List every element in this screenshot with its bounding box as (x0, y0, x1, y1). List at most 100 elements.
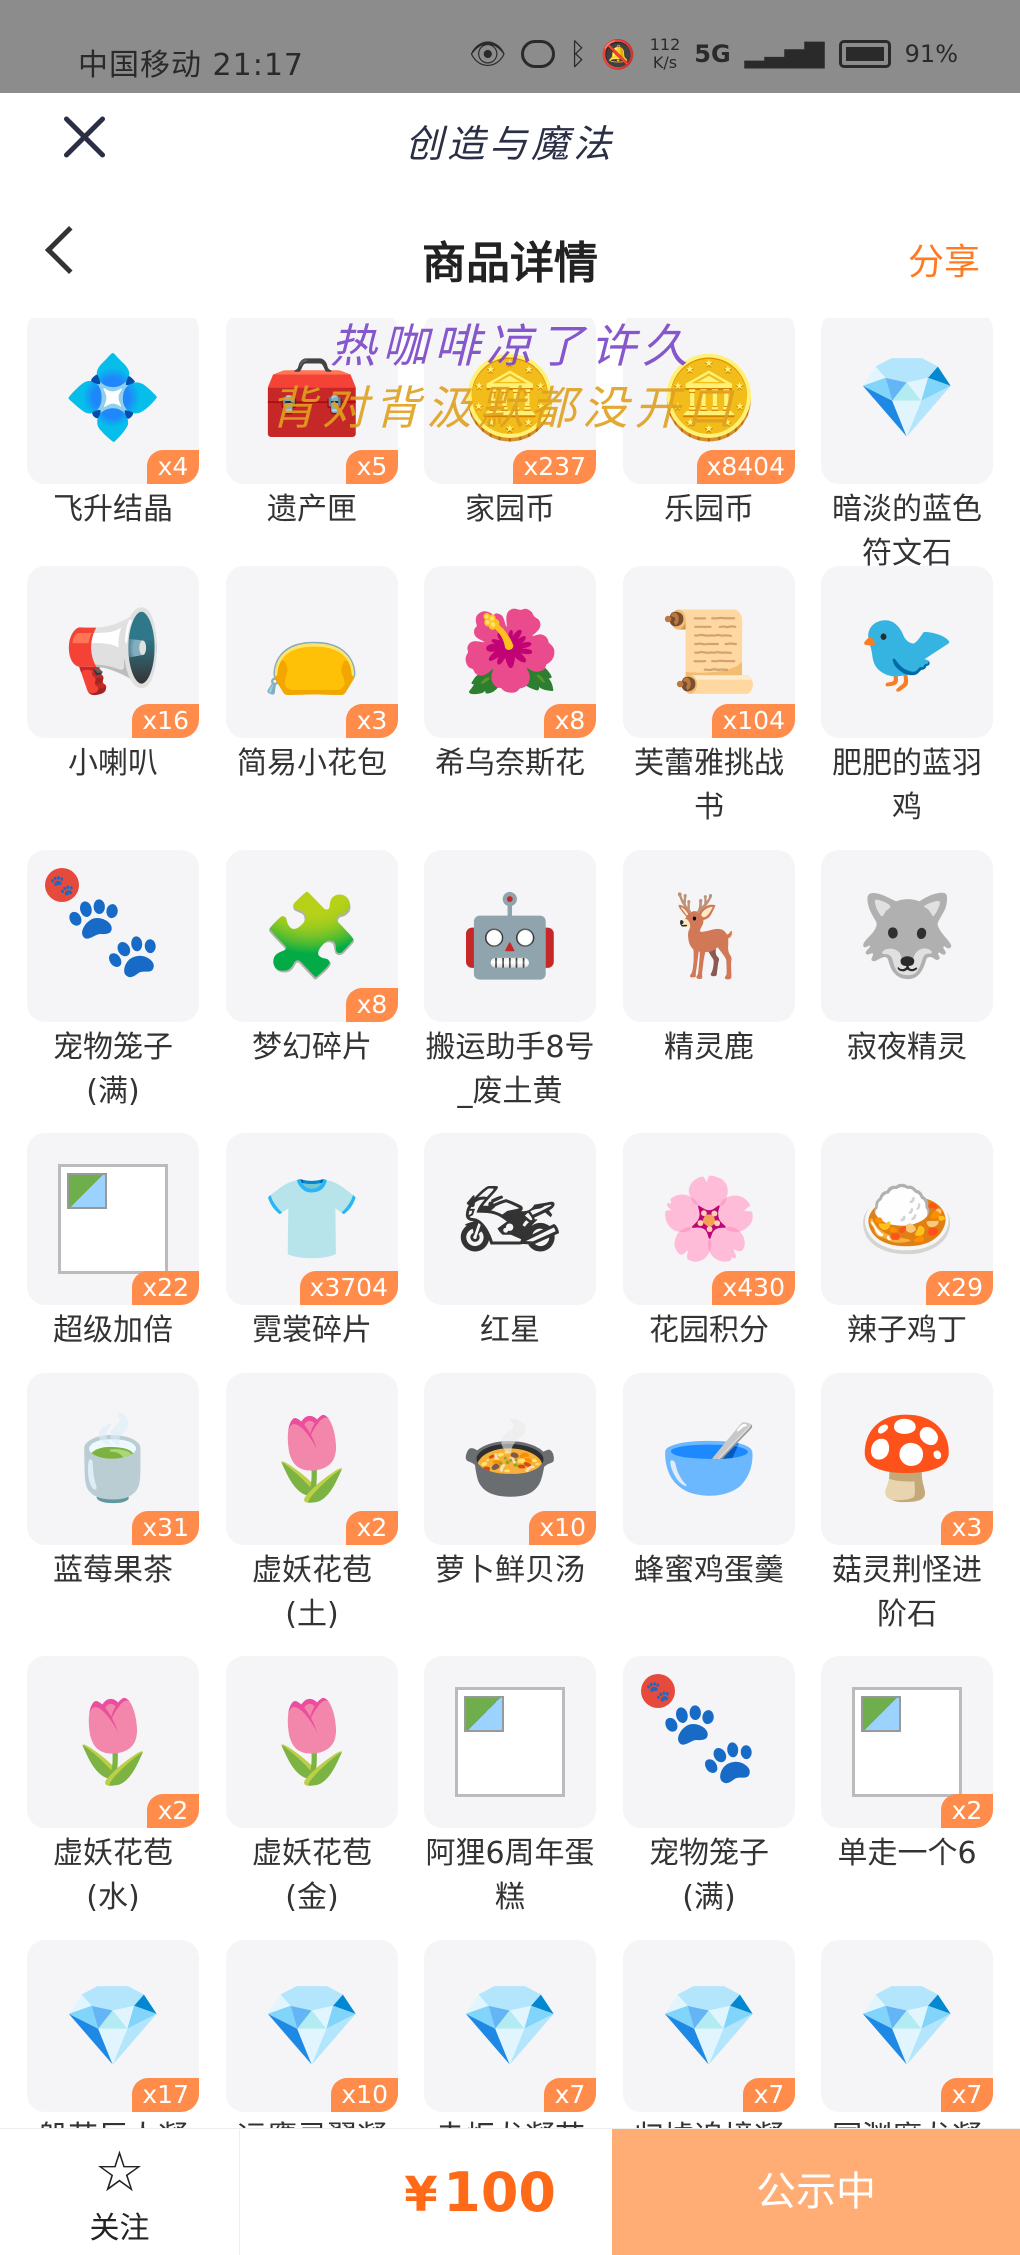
robot-icon: 🤖 (460, 889, 560, 982)
grid-item[interactable]: 🤖 搬运助手8号_废土黄 (424, 850, 596, 1114)
star-icon: ☆ (94, 2140, 145, 2205)
item-count-badge: x7 (544, 2078, 596, 2112)
item-count-badge: x29 (926, 1271, 993, 1305)
grid-item[interactable]: 🧩 x8 梦幻碎片 (226, 850, 398, 1070)
item-thumbnail: 💎 x7 (424, 1940, 596, 2112)
follow-button[interactable]: ☆ 关注 (0, 2129, 240, 2255)
grid-item[interactable]: 🪙 x8404 乐园币 (623, 318, 795, 532)
item-thumbnail: 💎 x7 (623, 1940, 795, 2112)
soup-bowl-icon: 🍲 (460, 1412, 560, 1505)
flower-badge-icon: 🌸 (659, 1172, 759, 1265)
grid-item[interactable]: 🐦 肥肥的蓝羽鸡 (821, 566, 993, 830)
item-thumbnail: 🌷 (226, 1656, 398, 1828)
share-button[interactable]: 分享 (908, 233, 980, 285)
grid-item[interactable]: 🌷 x2 虚妖花苞(水) (27, 1656, 199, 1920)
grid-item[interactable]: 🦌 精灵鹿 (623, 850, 795, 1070)
blue-crystal-icon: 💎 (857, 1979, 957, 2072)
grid-item[interactable]: 🪙 x237 家园币 (424, 318, 596, 532)
grid-item[interactable]: 📜 x104 芙蕾雅挑战书 (623, 566, 795, 830)
grid-item[interactable]: 🏍 红星 (424, 1133, 596, 1353)
flower-bag-icon: 👝 (262, 605, 362, 698)
page-header: 商品详情 分享 (0, 183, 1020, 318)
broken-image-icon (58, 1164, 168, 1274)
item-name: 菇灵荆怪进阶石 (832, 1553, 982, 1632)
item-thumbnail: 🪙 x8404 (623, 318, 795, 484)
item-count-badge: x22 (132, 1271, 199, 1305)
grid-item[interactable]: 阿狸6周年蛋糕 (424, 1656, 596, 1920)
public-status-button[interactable]: 公示中 (612, 2129, 1020, 2255)
grid-item[interactable]: 💎 x7 归墟追境凝 (623, 1940, 795, 2128)
grid-item[interactable]: 🌷 x2 虚妖花苞(土) (226, 1373, 398, 1637)
item-grid: 💠 x4 飞升结晶 🧰 x5 遗产匣 🪙 x237 家园币 🪙 x8404 乐园币 💎 暗淡的蓝色符文石 📢… (0, 318, 1020, 2128)
night-spirit-icon: 🐺 (857, 889, 957, 982)
item-thumbnail: 🍛 x29 (821, 1133, 993, 1305)
grid-item[interactable]: 💎 暗淡的蓝色符文石 (821, 318, 993, 576)
item-name: 搬运助手8号_废土黄 (425, 1030, 595, 1109)
item-thumbnail: 💎 x10 (226, 1940, 398, 2112)
grid-item[interactable]: 🥣 蜂蜜鸡蛋羹 (623, 1373, 795, 1593)
grid-item[interactable]: x22 超级加倍 (27, 1133, 199, 1353)
item-name: 萝卜鲜贝汤 (435, 1553, 585, 1588)
grid-item[interactable]: 🐾 🐾 宠物笼子(满) (623, 1656, 795, 1920)
battery-icon (838, 40, 891, 68)
item-name: 芙蕾雅挑战书 (634, 746, 784, 825)
grid-item[interactable]: 👝 x3 简易小花包 (226, 566, 398, 786)
item-count-badge: x3 (941, 1511, 993, 1545)
item-count-badge: x31 (132, 1511, 199, 1545)
item-thumbnail: 👝 x3 (226, 566, 398, 738)
grid-item[interactable]: 🧰 x5 遗产匣 (226, 318, 398, 532)
grid-item[interactable]: 💠 x4 飞升结晶 (27, 318, 199, 532)
item-thumbnail: 💎 x7 (821, 1940, 993, 2112)
grid-item[interactable]: 🍲 x10 萝卜鲜贝汤 (424, 1373, 596, 1593)
grid-item[interactable]: 🐾 🐾 宠物笼子(满) (27, 850, 199, 1114)
megaphone-icon: 📢 (63, 605, 163, 698)
grid-item[interactable]: 👕 x3704 霓裳碎片 (226, 1133, 398, 1353)
item-name: 超级加倍 (53, 1313, 173, 1348)
item-name: 小喇叭 (68, 746, 158, 781)
item-name: 精灵鹿 (664, 1030, 754, 1065)
item-count-badge: x8 (346, 988, 398, 1022)
item-thumbnail: x2 (821, 1656, 993, 1828)
grid-item[interactable]: 🍄 x3 菇灵荆怪进阶石 (821, 1373, 993, 1637)
grid-item[interactable]: x2 单走一个6 (821, 1656, 993, 1876)
item-count-badge: x8404 (696, 450, 795, 484)
blue-crystal-icon: 💎 (460, 1979, 560, 2072)
grid-item[interactable]: 💎 x17 般若巨人凝 (27, 1940, 199, 2128)
pet-cage-icon: 🐾 (659, 1695, 759, 1788)
price-value: 100 (443, 2161, 556, 2224)
item-count-badge: x2 (346, 1511, 398, 1545)
grid-item[interactable]: 🍵 x31 蓝莓果茶 (27, 1373, 199, 1593)
gold-coin-icon: 🪙 (659, 351, 759, 444)
item-count-badge: x8 (544, 704, 596, 738)
flower-bud-icon: 🌷 (262, 1695, 362, 1788)
grid-item[interactable]: 🌺 x8 希乌奈斯花 (424, 566, 596, 786)
grid-item[interactable]: 💎 x7 冥渊魔龙凝 (821, 1940, 993, 2128)
bottom-bar: ☆ 关注 ¥ 100 公示中 (0, 2128, 1020, 2255)
grid-item[interactable]: 📢 x16 小喇叭 (27, 566, 199, 786)
item-thumbnail: 📜 x104 (623, 566, 795, 738)
signal-icon: ▂▃▅▇ (744, 39, 825, 69)
blue-crystal-icon: 💎 (63, 1979, 163, 2072)
price-symbol: ¥ (404, 2167, 438, 2223)
item-name: 遗产匣 (267, 492, 357, 527)
item-thumbnail: 🏍 (424, 1133, 596, 1305)
item-name: 阿狸6周年蛋糕 (425, 1836, 595, 1915)
grid-item[interactable]: 🍛 x29 辣子鸡丁 (821, 1133, 993, 1353)
grid-item[interactable]: 💎 x10 远鹰灵翼凝 (226, 1940, 398, 2128)
item-name: 希乌奈斯花 (435, 746, 585, 781)
item-count-badge: x3 (346, 704, 398, 738)
gold-coin-icon: 🪙 (460, 351, 560, 444)
grid-item[interactable]: 🌷 虚妖花苞(金) (226, 1656, 398, 1920)
wanted-poster-icon: 📜 (659, 605, 759, 698)
item-count-badge: x2 (147, 1794, 199, 1828)
item-thumbnail (424, 1656, 596, 1828)
grid-item[interactable]: 🌸 x430 花园积分 (623, 1133, 795, 1353)
item-name: 简易小花包 (237, 746, 387, 781)
item-thumbnail: 🐺 (821, 850, 993, 1022)
shirt-icon: 👕 (262, 1172, 362, 1265)
grid-item[interactable]: 🐺 寂夜精灵 (821, 850, 993, 1070)
grid-item[interactable]: 💎 x7 赤炬龙凝苗 (424, 1940, 596, 2128)
pet-cage-icon: 🐾 (63, 889, 163, 982)
spicy-chicken-icon: 🍛 (857, 1172, 957, 1265)
item-name: 单走一个6 (837, 1836, 977, 1871)
